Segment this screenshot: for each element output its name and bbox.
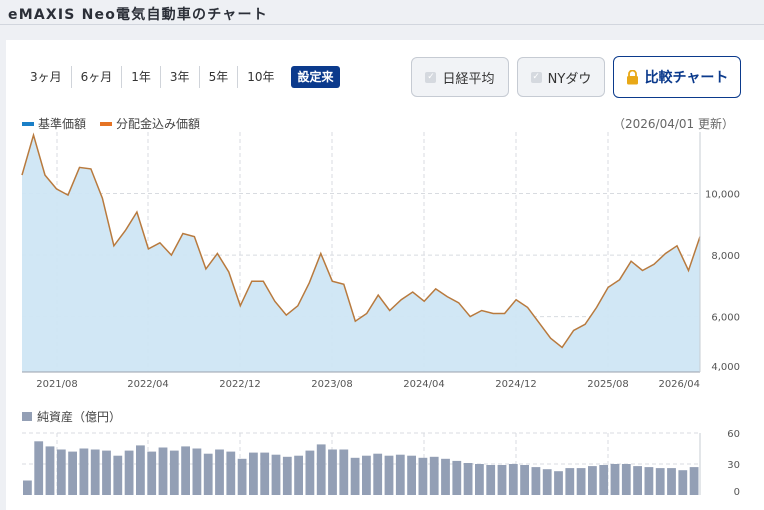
net-assets-bar (203, 453, 213, 495)
y-tick-label: 8,000 (711, 251, 740, 262)
net-assets-bar (644, 467, 654, 495)
net-assets-bar (316, 444, 326, 495)
net-assets-bar (56, 449, 66, 495)
net-assets-bar (576, 468, 586, 495)
net-assets-bar (531, 467, 541, 495)
net-assets-bar (124, 450, 134, 495)
bar-y-tick-label: 30 (727, 460, 740, 471)
net-assets-bar (362, 455, 371, 495)
net-assets-bar (508, 464, 518, 495)
bar-y-tick-label: 0 (734, 487, 740, 498)
net-assets-bar (542, 469, 552, 495)
y-tick-label: 10,000 (705, 190, 740, 201)
net-assets-legend: 純資産（億円） (22, 408, 121, 425)
net-assets-bar (282, 456, 292, 495)
net-assets-bar (215, 449, 224, 495)
x-tick-label: 2025/08 (587, 379, 629, 390)
net-assets-bar (655, 468, 665, 495)
net-assets-swatch (22, 412, 32, 421)
price-chart: 4,000 6,000 8,000 10,000 2021/08 2022/04 2022/… (21, 132, 740, 498)
net-assets-bar (667, 468, 676, 495)
net-assets-bar (102, 450, 111, 495)
net-assets-bar (339, 449, 349, 495)
net-assets-bar (429, 456, 439, 495)
net-assets-bar (407, 455, 416, 495)
net-assets-bar (463, 463, 473, 495)
x-tick-label: 2023/08 (311, 379, 353, 390)
net-assets-bar (328, 449, 337, 495)
x-tick-label: 2024/12 (495, 379, 537, 390)
x-tick-label: 2021/08 (36, 379, 78, 390)
net-assets-bar (294, 455, 303, 495)
net-assets-bar (113, 455, 123, 495)
net-assets-bar (565, 468, 575, 495)
net-assets-label: 純資産（億円） (37, 410, 122, 424)
net-assets-bar (452, 460, 462, 495)
net-assets-bar (475, 464, 484, 495)
bar-y-tick-label: 60 (727, 429, 740, 440)
net-assets-bar (384, 455, 394, 495)
net-assets-bar (350, 457, 360, 495)
net-assets-bar (305, 450, 315, 495)
net-assets-bar (689, 467, 699, 495)
y-tick-label: 6,000 (711, 313, 740, 324)
y-tick-label: 4,000 (711, 362, 740, 373)
price-area-fill (22, 135, 700, 372)
net-assets-bar (418, 457, 428, 495)
net-assets-bar (373, 453, 383, 495)
x-tick-label: 2026/04 (658, 379, 700, 390)
net-assets-bar (79, 448, 89, 495)
net-assets-bar (90, 449, 100, 495)
net-assets-bar (260, 452, 270, 495)
net-assets-bar (599, 465, 609, 495)
net-assets-bar (395, 454, 405, 495)
net-assets-bar (169, 450, 179, 495)
net-assets-bar (68, 451, 77, 495)
net-assets-bar (34, 441, 44, 495)
net-assets-bar (45, 446, 55, 495)
net-assets-bar (678, 470, 688, 495)
net-assets-bar (588, 466, 597, 495)
net-assets-bar (158, 447, 168, 495)
net-assets-bar (610, 464, 620, 495)
net-assets-bar (621, 464, 631, 495)
net-assets-bar (441, 458, 450, 495)
net-assets-bar (181, 446, 190, 495)
net-assets-bar (486, 465, 496, 495)
net-assets-bar (520, 465, 529, 495)
net-assets-bar (237, 458, 247, 495)
x-tick-label: 2024/04 (403, 379, 445, 390)
x-tick-label: 2022/04 (127, 379, 169, 390)
net-assets-bar (226, 451, 236, 495)
net-assets-bar (497, 465, 507, 495)
net-assets-bar (271, 454, 281, 495)
net-assets-bar (192, 448, 202, 495)
net-assets-bar (136, 445, 145, 495)
net-assets-bar (249, 452, 258, 495)
net-assets-bar (23, 480, 32, 495)
net-assets-bar (554, 471, 563, 495)
net-assets-bar (147, 451, 157, 495)
x-tick-label: 2022/12 (219, 379, 261, 390)
net-assets-bar (633, 466, 642, 495)
